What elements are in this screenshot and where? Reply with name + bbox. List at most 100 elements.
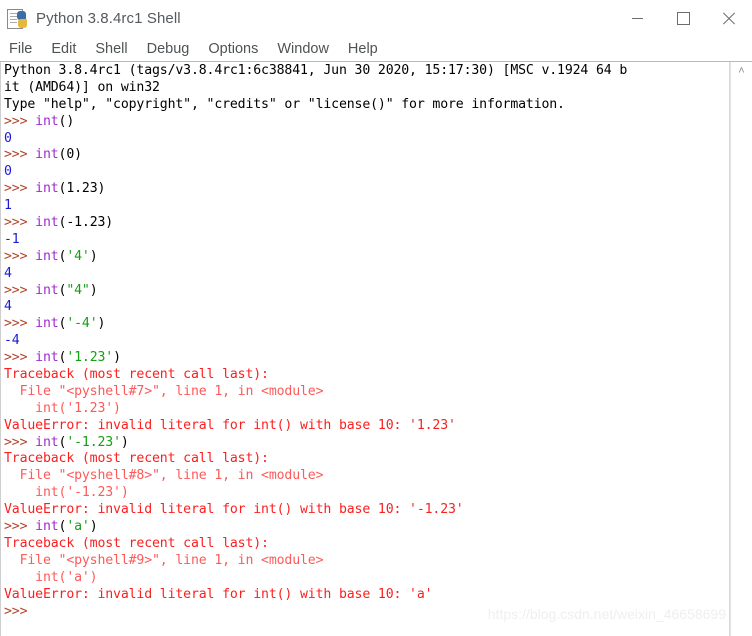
- menu-bar: File Edit Shell Debug Options Window Hel…: [0, 37, 752, 62]
- console-line-output-3: 1: [4, 198, 729, 215]
- console-token: >>>: [4, 316, 36, 332]
- console-line-banner-3: Type "help", "copyright", "credits" or "…: [4, 97, 729, 114]
- console-line-output-7: -4: [4, 333, 729, 350]
- menu-item-window[interactable]: Window: [277, 41, 329, 57]
- console-line-input-10: >>> int('a'): [4, 519, 729, 536]
- shell-text-view[interactable]: Python 3.8.4rc1 (tags/v3.8.4rc1:6c38841,…: [0, 62, 730, 636]
- maximize-icon: [676, 12, 690, 25]
- console-token: >>>: [4, 181, 36, 197]
- console-line-traceback-3-src: int('a'): [4, 570, 729, 587]
- console-token: File "<pyshell#7>", line 1, in <module>: [4, 383, 324, 399]
- menu-item-file[interactable]: File: [9, 41, 32, 57]
- console-token: >>>: [4, 603, 36, 619]
- maximize-button[interactable]: [660, 0, 706, 37]
- console-token: (-1.23): [58, 215, 114, 231]
- console-token: Type "help", "copyright", "credits" or "…: [4, 96, 565, 112]
- console-token: File "<pyshell#9>", line 1, in <module>: [4, 552, 324, 568]
- vertical-scrollbar[interactable]: ˄: [730, 62, 752, 636]
- console-token: int: [35, 147, 59, 163]
- console-line-traceback-2-file: File "<pyshell#8>", line 1, in <module>: [4, 468, 729, 485]
- console-line-traceback-1-file: File "<pyshell#7>", line 1, in <module>: [4, 384, 729, 401]
- console-token: it (AMD64)] on win32: [4, 79, 160, 95]
- console-token: 4: [4, 299, 12, 315]
- menu-item-options[interactable]: Options: [208, 41, 258, 57]
- console-token: >>>: [4, 113, 36, 129]
- console-token: Traceback (most recent call last):: [4, 451, 269, 467]
- console-line-banner-2: it (AMD64)] on win32: [4, 80, 729, 97]
- console-line-input-8: >>> int('1.23'): [4, 350, 729, 367]
- console-token: int: [35, 215, 59, 231]
- console-line-prompt-final: >>>: [4, 604, 729, 621]
- console-line-input-3: >>> int(1.23): [4, 181, 729, 198]
- console-line-input-2: >>> int(0): [4, 147, 729, 164]
- console-token: (): [58, 113, 75, 129]
- shell-console-text[interactable]: Python 3.8.4rc1 (tags/v3.8.4rc1:6c38841,…: [1, 62, 729, 620]
- menu-item-edit[interactable]: Edit: [51, 41, 76, 57]
- console-line-output-5: 4: [4, 266, 729, 283]
- console-token: ): [89, 519, 98, 535]
- console-token: int: [35, 181, 59, 197]
- console-token: 'a': [66, 519, 90, 535]
- window-controls: [614, 0, 752, 37]
- menu-item-help[interactable]: Help: [348, 41, 378, 57]
- console-token: '-1.23': [66, 434, 121, 450]
- console-line-input-6: >>> int("4"): [4, 283, 729, 300]
- console-token: "4": [66, 282, 90, 298]
- console-token: ): [89, 248, 98, 264]
- console-line-traceback-3-head: Traceback (most recent call last):: [4, 536, 729, 553]
- console-line-input-9: >>> int('-1.23'): [4, 435, 729, 452]
- console-token: >>>: [4, 519, 36, 535]
- minimize-button[interactable]: [614, 0, 660, 37]
- console-token: >>>: [4, 434, 36, 450]
- console-line-input-5: >>> int('4'): [4, 249, 729, 266]
- console-token: int('1.23'): [4, 400, 121, 416]
- console-token: (0): [58, 147, 83, 163]
- console-token: '4': [66, 248, 90, 264]
- console-token: int: [35, 350, 59, 366]
- console-line-output-4: -1: [4, 232, 729, 249]
- console-token: >>>: [4, 147, 36, 163]
- console-token: ): [120, 434, 129, 450]
- console-line-traceback-2-head: Traceback (most recent call last):: [4, 451, 729, 468]
- console-token: File "<pyshell#8>", line 1, in <module>: [4, 468, 324, 484]
- console-token: int: [35, 434, 59, 450]
- close-icon: [722, 12, 736, 26]
- console-token: ValueError: invalid literal for int() wi…: [4, 502, 464, 518]
- console-line-output-2: 0: [4, 164, 729, 181]
- console-token: int: [35, 282, 59, 298]
- console-token: int: [35, 519, 59, 535]
- console-token: int: [35, 248, 59, 264]
- console-token: 1: [4, 198, 12, 214]
- console-line-output-6: 4: [4, 299, 729, 316]
- console-line-input-7: >>> int('-4'): [4, 316, 729, 333]
- console-line-banner-1: Python 3.8.4rc1 (tags/v3.8.4rc1:6c38841,…: [4, 63, 729, 80]
- console-token: Traceback (most recent call last):: [4, 367, 269, 383]
- console-line-traceback-3-file: File "<pyshell#9>", line 1, in <module>: [4, 553, 729, 570]
- console-token: ValueError: invalid literal for int() wi…: [4, 586, 433, 602]
- console-token: >>>: [4, 282, 36, 298]
- menu-item-shell[interactable]: Shell: [95, 41, 127, 57]
- console-token: Python 3.8.4rc1 (tags/v3.8.4rc1:6c38841,…: [4, 63, 628, 78]
- console-token: int: [35, 113, 59, 129]
- idle-python-icon: [7, 8, 27, 29]
- title-bar: Python 3.8.4rc1 Shell: [0, 0, 752, 37]
- console-line-input-1: >>> int(): [4, 114, 729, 131]
- console-line-traceback-1-msg: ValueError: invalid literal for int() wi…: [4, 418, 729, 435]
- console-token: >>>: [4, 248, 36, 264]
- console-line-traceback-1-src: int('1.23'): [4, 401, 729, 418]
- console-token: (1.23): [58, 181, 106, 197]
- console-token: '1.23': [66, 350, 114, 366]
- console-token: int('-1.23'): [4, 485, 129, 501]
- console-line-traceback-1-head: Traceback (most recent call last):: [4, 367, 729, 384]
- scrollbar-track[interactable]: [735, 80, 748, 636]
- scroll-up-icon[interactable]: ˄: [731, 65, 752, 77]
- close-button[interactable]: [706, 0, 752, 37]
- console-token: int('a'): [4, 569, 98, 585]
- console-token: -4: [4, 333, 20, 349]
- console-token: ): [113, 350, 121, 366]
- console-line-input-4: >>> int(-1.23): [4, 215, 729, 232]
- console-token: '-4': [66, 316, 98, 332]
- console-token: >>>: [4, 215, 36, 231]
- console-token: 0: [4, 164, 12, 180]
- menu-item-debug[interactable]: Debug: [147, 41, 190, 57]
